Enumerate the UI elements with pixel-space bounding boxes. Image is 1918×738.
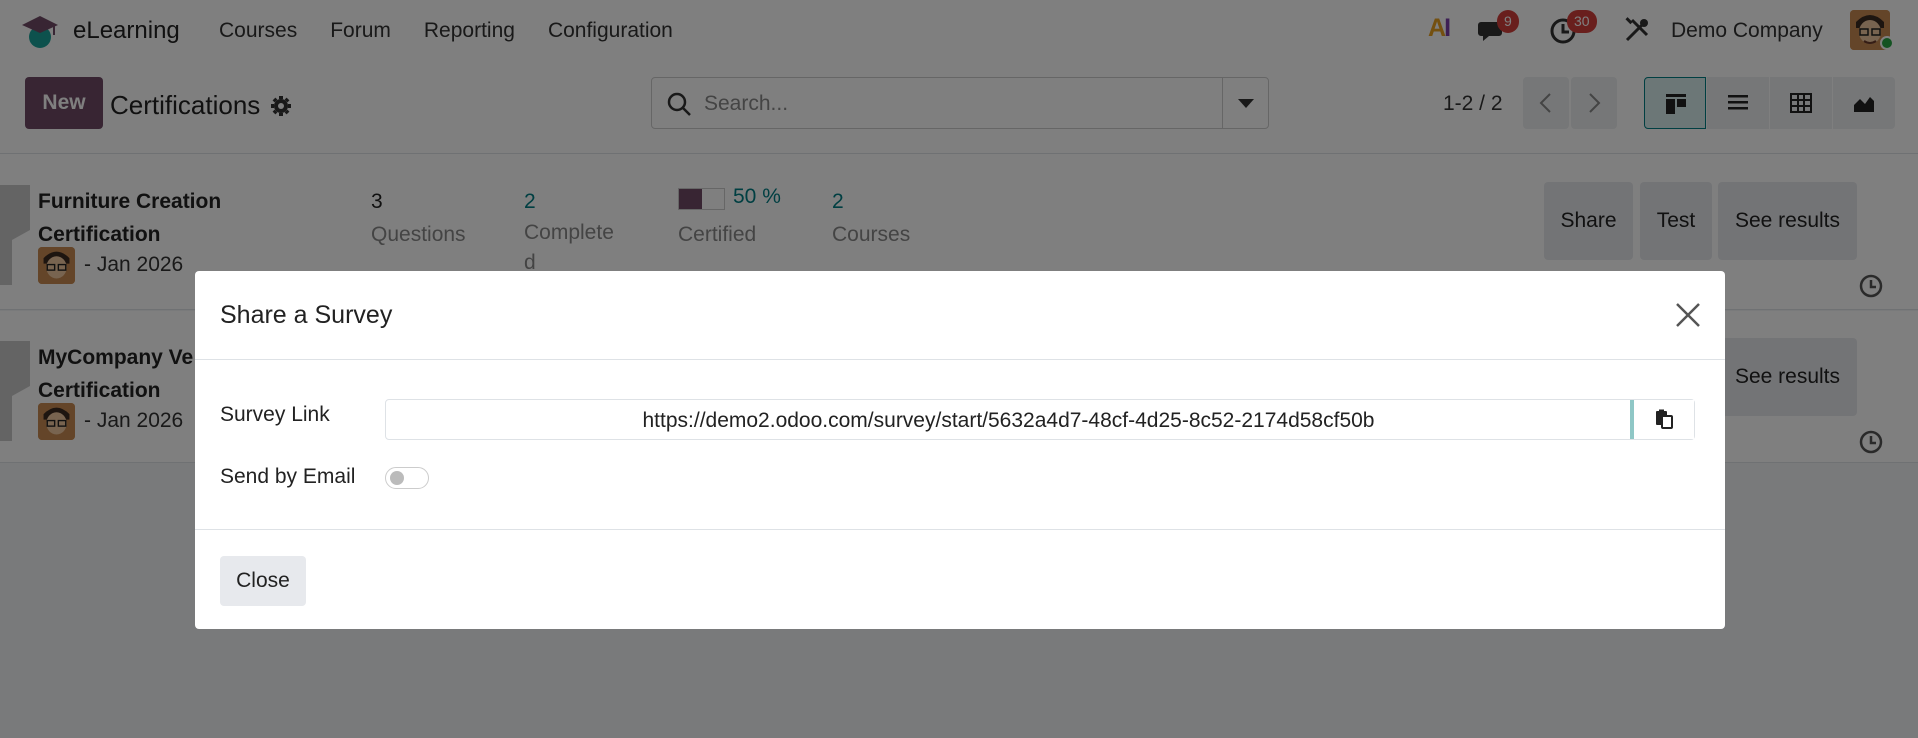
close-button[interactable]: Close [220, 556, 306, 606]
share-survey-dialog: Share a Survey Survey Link https://demo2… [195, 271, 1725, 629]
send-by-email-toggle[interactable] [385, 467, 429, 489]
send-by-email-label: Send by Email [220, 465, 356, 488]
dialog-title: Share a Survey [220, 301, 393, 329]
dialog-header: Share a Survey [195, 271, 1725, 360]
close-icon[interactable] [1674, 301, 1702, 329]
copy-link-button[interactable] [1630, 400, 1694, 439]
dialog-body: Survey Link https://demo2.odoo.com/surve… [195, 361, 1725, 528]
survey-link-value[interactable]: https://demo2.odoo.com/survey/start/5632… [386, 409, 1631, 433]
survey-link-field[interactable]: https://demo2.odoo.com/survey/start/5632… [385, 399, 1695, 440]
toggle-knob [390, 471, 404, 485]
dialog-footer: Close [195, 529, 1725, 629]
clipboard-icon [1656, 409, 1673, 429]
survey-link-label: Survey Link [220, 403, 330, 426]
